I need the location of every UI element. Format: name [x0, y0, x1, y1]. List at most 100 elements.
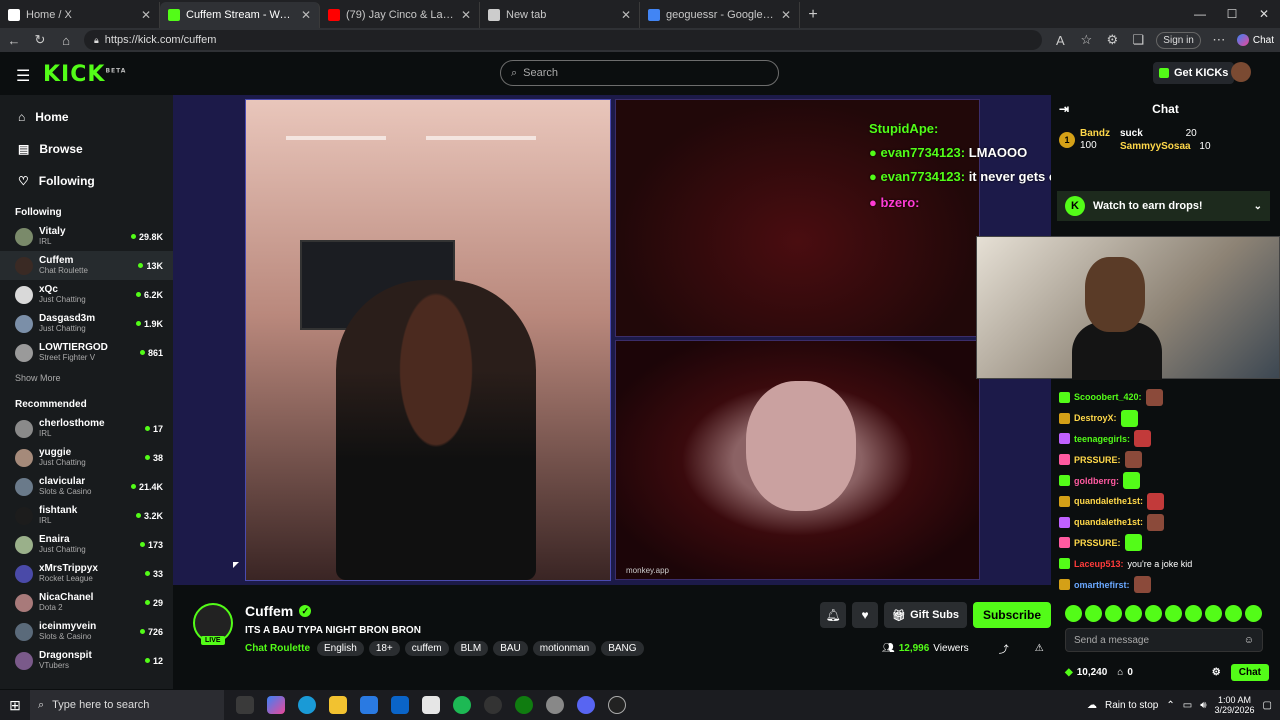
earn-drops-banner[interactable]: K Watch to earn drops! ⌄	[1057, 191, 1270, 221]
obs-icon[interactable]	[608, 696, 626, 714]
browser-tab[interactable]: New tab ✕	[480, 2, 640, 28]
copilot-chat-button[interactable]: Chat	[1236, 34, 1274, 46]
show-more-link[interactable]: Show More	[0, 367, 173, 389]
sidebar-channel[interactable]: clavicular Slots & Casino 21.4K	[0, 472, 173, 501]
picture-in-picture-video[interactable]	[976, 236, 1280, 380]
get-kicks-button[interactable]: Get KICKs	[1153, 62, 1235, 84]
stream-tag[interactable]: 18+	[368, 641, 400, 656]
stream-tag[interactable]: cuffem	[404, 641, 449, 656]
nav-item-browse[interactable]: ▤ Browse	[18, 133, 173, 165]
chat-input[interactable]: Send a message ☺	[1065, 628, 1263, 652]
browser-tab[interactable]: Cuffem Stream - Watch Live o ✕	[160, 2, 320, 28]
gift-subs-button[interactable]: 🎁︎ Gift Subs	[884, 602, 967, 628]
chevron-down-icon[interactable]: ⌄	[1254, 201, 1262, 212]
quick-emote-icon[interactable]	[1145, 605, 1162, 622]
maximize-icon[interactable]: ☐	[1216, 0, 1248, 28]
sidebar-channel[interactable]: fishtank IRL 3.2K	[0, 501, 173, 530]
windows-start-icon[interactable]: ⊞	[0, 697, 30, 714]
weather-text[interactable]: Rain to stop	[1105, 700, 1158, 711]
notifications-icon[interactable]: ▢	[1263, 700, 1272, 711]
tray-chevron-icon[interactable]: ⌃	[1166, 700, 1174, 711]
report-icon[interactable]: ⚠	[1035, 643, 1044, 654]
taskbar-search[interactable]: ⌕ Type here to search	[30, 690, 224, 720]
stream-tag[interactable]: motionman	[532, 641, 597, 656]
follow-heart-icon[interactable]: ♥	[852, 602, 879, 628]
close-tab-icon[interactable]: ✕	[781, 8, 791, 22]
edge-icon[interactable]	[298, 696, 316, 714]
chat-username[interactable]: quandalethe1st:	[1074, 496, 1143, 506]
close-tab-icon[interactable]: ✕	[621, 8, 631, 22]
stream-tag[interactable]: BAU	[493, 641, 528, 656]
kick-logo[interactable]: KICKBETA	[43, 62, 126, 87]
send-chat-button[interactable]: Chat	[1230, 663, 1269, 681]
sidebar-channel[interactable]: iceinmyvein Slots & Casino 726	[0, 617, 173, 646]
quick-emote-icon[interactable]	[1245, 605, 1262, 622]
chat-username[interactable]: goldberrg:	[1074, 476, 1119, 486]
back-icon[interactable]: ←	[6, 33, 22, 48]
home-browser-icon[interactable]: ⌂	[58, 33, 74, 48]
favorite-icon[interactable]: ☆	[1078, 32, 1094, 48]
more-icon[interactable]: ⋯	[1211, 32, 1227, 48]
chat-username[interactable]: quandalethe1st:	[1074, 517, 1143, 527]
share-icon[interactable]: ⤴	[999, 641, 1009, 656]
quick-emote-icon[interactable]	[1105, 605, 1122, 622]
sidebar-channel[interactable]: xMrsTrippyx Rocket League 33	[0, 559, 173, 588]
media-icon[interactable]	[484, 696, 502, 714]
close-tab-icon[interactable]: ✕	[301, 8, 311, 22]
settings-app-icon[interactable]	[546, 696, 564, 714]
emoji-icon[interactable]: ☺	[1244, 635, 1254, 646]
collapse-chat-icon[interactable]: ⇥	[1059, 102, 1069, 116]
stream-tag[interactable]: English	[317, 641, 364, 656]
sidebar-channel[interactable]: Cuffem Chat Roulette 13K	[0, 251, 173, 280]
sidebar-channel[interactable]: Vitaly IRL 29.8K	[0, 222, 173, 251]
video-player[interactable]: monkey.app StupidApe: ● evan7734123: LMA…	[173, 95, 1068, 585]
copilot-icon[interactable]	[267, 696, 285, 714]
minimize-icon[interactable]: —	[1184, 0, 1216, 28]
notepad-icon[interactable]	[422, 696, 440, 714]
category-link[interactable]: Chat Roulette	[245, 641, 310, 656]
file-explorer-icon[interactable]	[329, 696, 347, 714]
search-input[interactable]: ⌕ Search	[500, 60, 779, 86]
spotify-icon[interactable]	[453, 696, 471, 714]
settings-icon[interactable]: ⚙	[1212, 667, 1221, 678]
nav-item-home[interactable]: ⌂ Home	[18, 101, 173, 133]
url-field[interactable]: 🔒︎ https://kick.com/cuffem	[84, 30, 1043, 50]
chat-username[interactable]: DestroyX:	[1074, 413, 1117, 423]
sign-in-button[interactable]: Sign in	[1156, 31, 1201, 49]
sidebar-channel[interactable]: NicaChanel Dota 2 29	[0, 588, 173, 617]
network-icon[interactable]: ▭	[1183, 700, 1192, 711]
volume-icon[interactable]: 🔊︎	[1200, 700, 1206, 711]
close-tab-icon[interactable]: ✕	[141, 8, 151, 22]
clock[interactable]: 1:00 AM 3/29/2026	[1215, 695, 1255, 716]
nav-item-following[interactable]: ♡ Following	[18, 165, 173, 197]
browser-tab[interactable]: Home / X ✕	[0, 2, 160, 28]
quick-emote-icon[interactable]	[1205, 605, 1222, 622]
new-tab-button[interactable]: +	[800, 2, 826, 28]
sidebar-channel[interactable]: Dasgasd3m Just Chatting 1.9K	[0, 309, 173, 338]
chat-username[interactable]: PRSSURE:	[1074, 538, 1121, 548]
quick-emote-icon[interactable]	[1165, 605, 1182, 622]
chat-username[interactable]: omarthefirst:	[1074, 580, 1130, 590]
xbox-icon[interactable]	[515, 696, 533, 714]
close-window-icon[interactable]: ✕	[1248, 0, 1280, 28]
sidebar-channel[interactable]: yuggie Just Chatting 38	[0, 443, 173, 472]
chat-username[interactable]: PRSSURE:	[1074, 455, 1121, 465]
quick-emote-icon[interactable]	[1185, 605, 1202, 622]
chat-username[interactable]: Scooobert_420:	[1074, 392, 1142, 402]
quick-emote-icon[interactable]	[1225, 605, 1242, 622]
collections-icon[interactable]: ❏	[1130, 32, 1146, 48]
quick-emote-icon[interactable]	[1125, 605, 1142, 622]
sidebar-channel[interactable]: Dragonspit VTubers 12	[0, 646, 173, 675]
sidebar-channel[interactable]: xQc Just Chatting 6.2K	[0, 280, 173, 309]
menu-icon[interactable]: ☰	[16, 66, 30, 86]
sidebar-channel[interactable]: LOWTIERGOD Street Fighter V 861	[0, 338, 173, 367]
sidebar-channel[interactable]: Enaira Just Chatting 173	[0, 530, 173, 559]
channel-name[interactable]: Cuffem	[245, 603, 293, 619]
user-avatar[interactable]	[1231, 62, 1251, 82]
task-view-icon[interactable]	[236, 696, 254, 714]
sidebar-channel[interactable]: cherlosthome IRL 17	[0, 414, 173, 443]
browser-tab[interactable]: (79) Jay Cinco & Lala Baptiste's Ba ✕	[320, 2, 480, 28]
extensions-icon[interactable]: ⚙	[1104, 32, 1120, 48]
reload-icon[interactable]: ↻	[32, 32, 48, 48]
store-icon[interactable]	[360, 696, 378, 714]
